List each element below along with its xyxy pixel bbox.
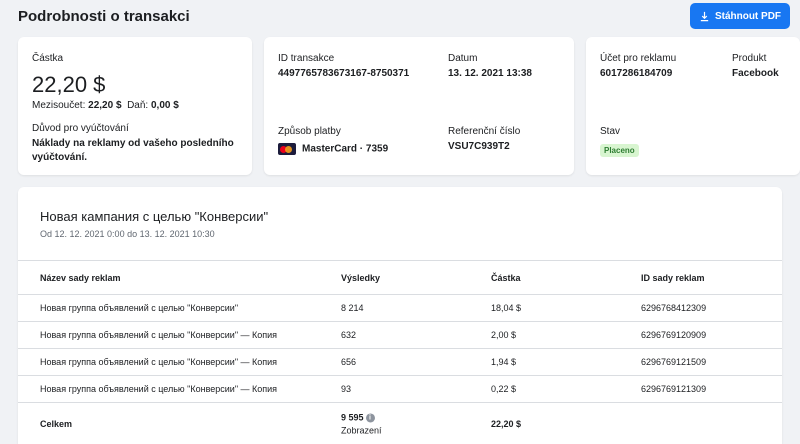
- reason-label: Důvod pro vyúčtování: [32, 123, 129, 134]
- column-header-results: Výsledky: [341, 272, 381, 283]
- table-row: Новая группа объявлений с целью "Конверс…: [18, 321, 782, 348]
- column-header-ad-set-id: ID sady reklam: [641, 272, 705, 283]
- ad-set-name: Новая группа объявлений с целью "Конверс…: [40, 357, 278, 367]
- ad-sets-table: Název sady reklam Výsledky Částka ID sad…: [18, 260, 782, 444]
- reference-label: Referenční číslo: [448, 126, 521, 137]
- ad-set-amount: 2,00 $: [491, 330, 517, 340]
- ad-set-amount: 18,04 $: [491, 303, 522, 313]
- total-results-unit: Zobrazení: [341, 425, 382, 436]
- total-amount: 22,20 $: [491, 418, 522, 429]
- subtotal-line: Mezisoučet: 22,20 $ Daň: 0,00 $: [32, 100, 179, 111]
- transaction-card: ID transakce 4497765783673167-8750371 Da…: [264, 37, 574, 175]
- ad-set-id: 6296769120909: [641, 330, 707, 340]
- ad-set-id: 6296769121509: [641, 357, 707, 367]
- total-results-value: 9 595: [341, 411, 364, 422]
- reason-value: Náklady na reklamy od vašeho posledního …: [32, 138, 234, 163]
- table-total-row: Celkem 9 595 i Zobrazení 22,20 $: [18, 402, 782, 444]
- campaign-card: Новая кампания с целью "Конверсии" Od 12…: [18, 187, 782, 444]
- ad-set-results: 8 214: [341, 303, 364, 313]
- status-label: Stav: [600, 126, 621, 137]
- date-label: Datum: [448, 53, 478, 64]
- amount-label: Částka: [32, 53, 64, 64]
- total-results: 9 595 i Zobrazení: [341, 412, 382, 435]
- ad-set-name: Новая группа объявлений с целью "Конверс…: [40, 330, 278, 340]
- total-label: Celkem: [40, 418, 73, 429]
- download-pdf-button[interactable]: Stáhnout PDF: [690, 3, 790, 29]
- table-row: Новая группа объявлений с целью "Конверс…: [18, 348, 782, 375]
- info-icon[interactable]: i: [365, 413, 375, 423]
- amount-value: 22,20 $: [32, 72, 106, 97]
- ad-set-id: 6296769121309: [641, 384, 707, 394]
- date-value: 13. 12. 2021 13:38: [448, 68, 532, 79]
- table-row: Новая группа объявлений с целью "Конверс…: [18, 375, 782, 402]
- product-value: Facebook: [732, 68, 779, 79]
- transaction-id-value: 4497765783673167-8750371: [278, 68, 410, 79]
- ad-set-amount: 1,94 $: [491, 357, 517, 367]
- reference-value: VSU7C939T2: [448, 141, 510, 152]
- download-icon: [700, 11, 709, 21]
- subtotal-label: Mezisoučet:: [32, 100, 86, 111]
- ad-account-label: Účet pro reklamu: [600, 53, 677, 64]
- product-label: Produkt: [732, 53, 767, 64]
- column-header-amount: Částka: [491, 272, 521, 283]
- ad-account-value: 6017286184709: [600, 68, 673, 79]
- ad-set-results: 632: [341, 330, 357, 340]
- page-title: Podrobnosti o transakci: [18, 8, 190, 25]
- amount-card: Částka 22,20 $ Mezisoučet: 22,20 $ Daň: …: [18, 37, 252, 175]
- mastercard-icon: [278, 143, 296, 155]
- table-row: Новая группа объявлений с целью "Конверс…: [18, 294, 782, 321]
- ad-set-name: Новая группа объявлений с целью "Конверс…: [40, 384, 278, 394]
- campaign-date-range: Od 12. 12. 2021 0:00 do 13. 12. 2021 10:…: [40, 229, 215, 239]
- subtotal-value: 22,20 $: [88, 100, 122, 111]
- ad-set-results: 656: [341, 357, 357, 367]
- transaction-id-label: ID transakce: [278, 53, 335, 64]
- ad-set-results: 93: [341, 384, 352, 394]
- payment-method-value: MasterCard · 7359: [278, 143, 388, 155]
- table-header-row: Název sady reklam Výsledky Částka ID sad…: [18, 260, 782, 294]
- column-header-ad-set-name: Název sady reklam: [40, 272, 121, 283]
- payment-method-text: MasterCard · 7359: [302, 143, 389, 155]
- payment-method-label: Způsob platby: [278, 126, 341, 137]
- status-badge: Placeno: [600, 144, 639, 157]
- ad-set-amount: 0,22 $: [491, 384, 517, 394]
- ad-set-name: Новая группа объявлений с целью "Конверс…: [40, 303, 239, 313]
- download-pdf-label: Stáhnout PDF: [714, 10, 782, 22]
- account-card: Účet pro reklamu 6017286184709 Produkt F…: [586, 37, 800, 175]
- tax-value: 0,00 $: [150, 100, 179, 111]
- campaign-title: Новая кампания с целью "Конверсии": [40, 209, 269, 224]
- tax-label: Daň:: [127, 100, 149, 111]
- ad-set-id: 6296768412309: [641, 303, 707, 313]
